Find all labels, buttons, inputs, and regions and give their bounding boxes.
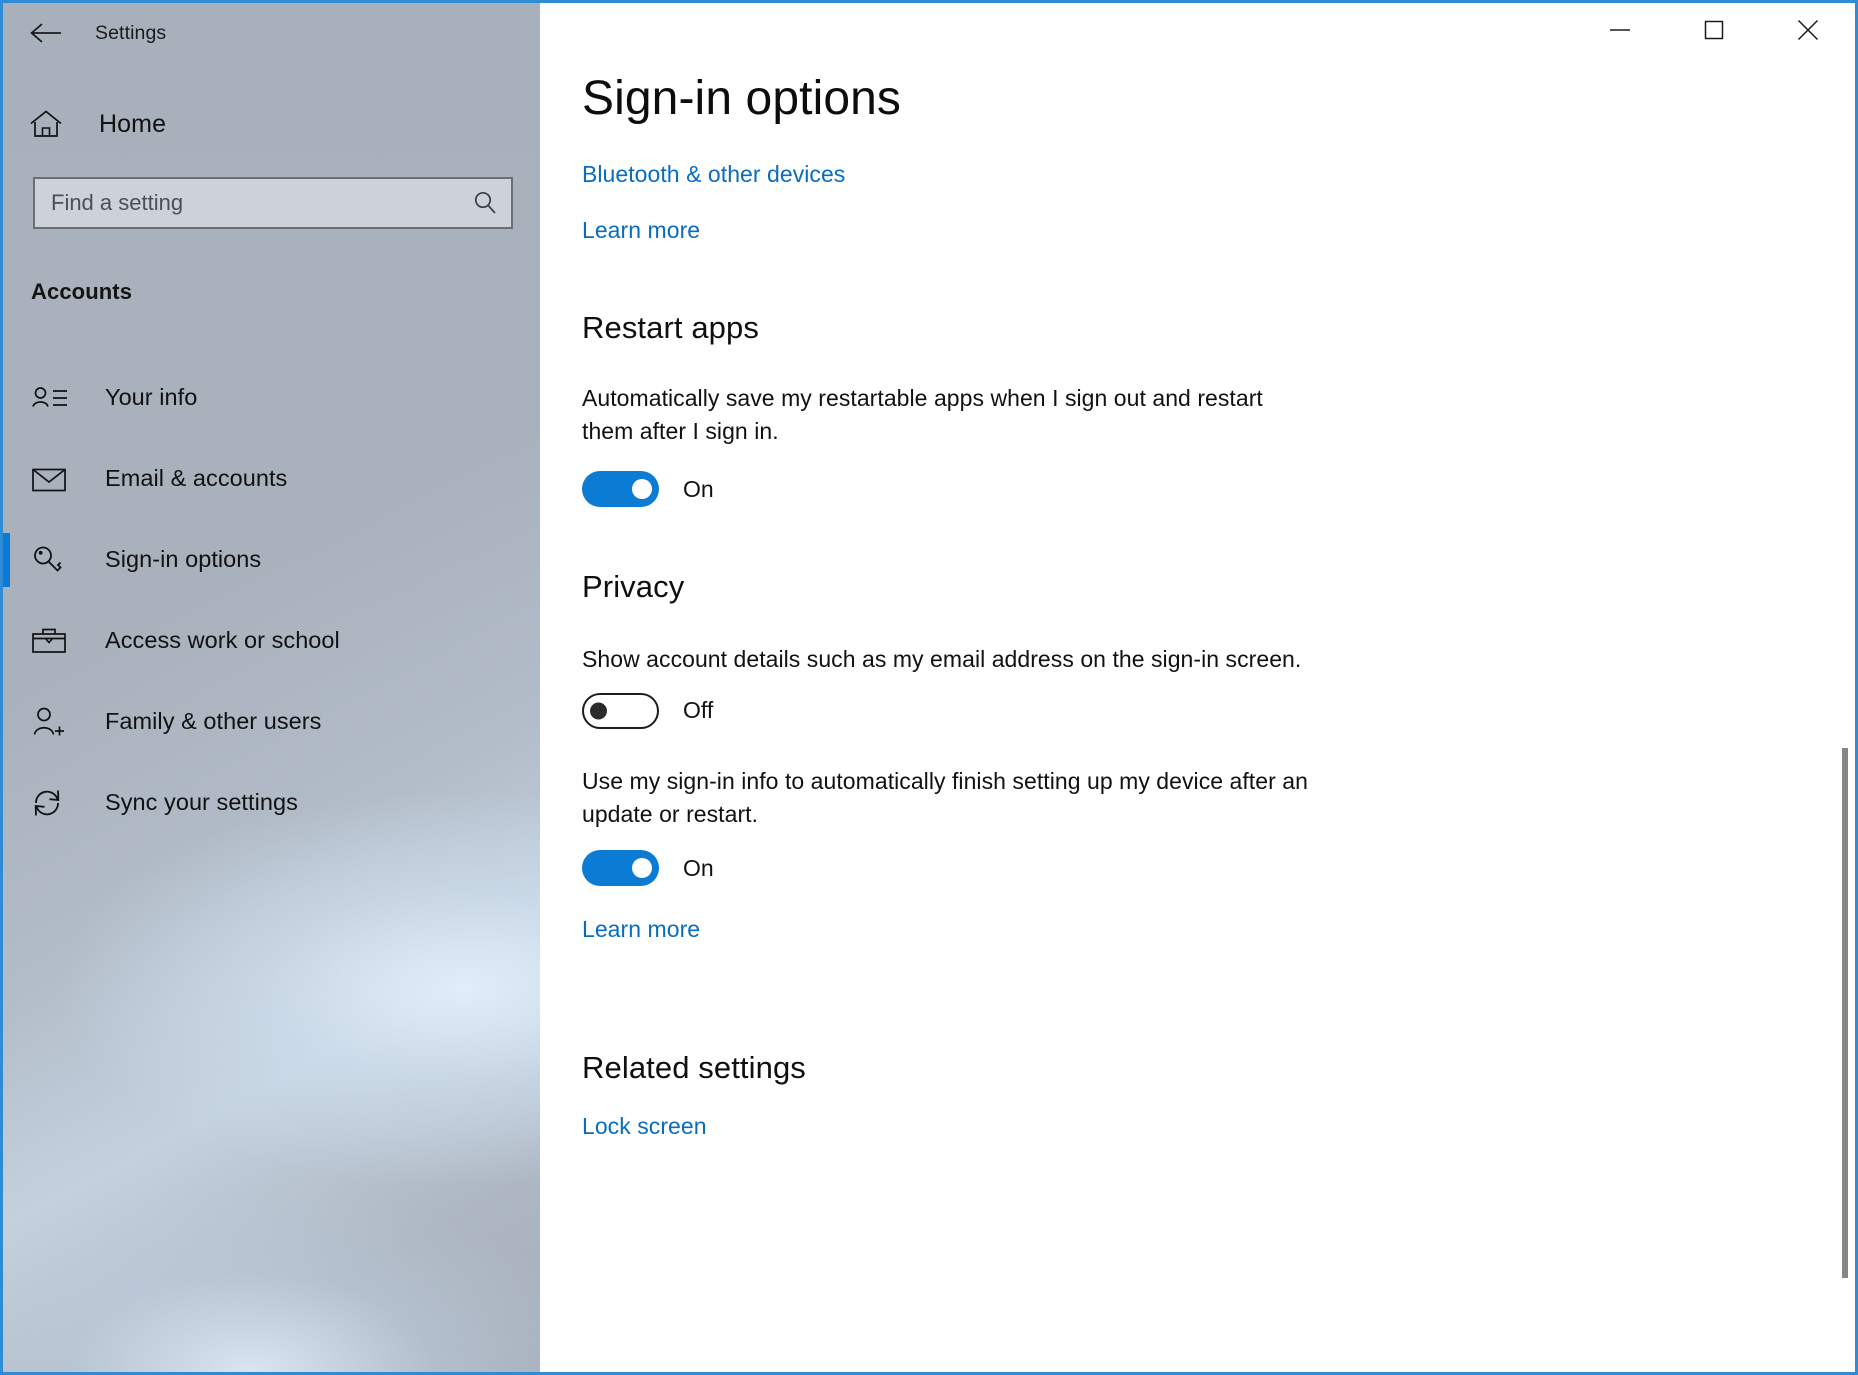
sidebar-item-label: Family & other users [105, 708, 321, 735]
section-restart-apps: Restart apps Automatically save my resta… [582, 310, 1855, 507]
restart-apps-toggle[interactable] [582, 471, 659, 507]
content-area: Sign-in options Bluetooth & other device… [540, 3, 1855, 1372]
sidebar-item-label: Email & accounts [105, 465, 287, 492]
link-bluetooth-other-devices[interactable]: Bluetooth & other devices [582, 161, 1855, 188]
scrollbar-thumb[interactable] [1842, 748, 1848, 1278]
sidebar-item-label: Access work or school [105, 627, 340, 654]
back-arrow-icon [29, 21, 63, 45]
settings-window: Settings Home [0, 0, 1858, 1375]
privacy-setting-2-description: Use my sign-in info to automatically fin… [582, 765, 1327, 830]
section-heading-privacy: Privacy [582, 569, 1855, 605]
section-related-settings: Related settings Lock screen [582, 1050, 1855, 1140]
privacy-setting-1-description: Show account details such as my email ad… [582, 643, 1482, 676]
restart-apps-toggle-row: On [582, 471, 1855, 507]
sidebar-item-family-other-users[interactable]: Family & other users [3, 681, 540, 762]
settings-content: Sign-in options Bluetooth & other device… [540, 3, 1855, 1372]
section-heading-related-settings: Related settings [582, 1050, 1855, 1086]
sidebar-item-access-work-school[interactable]: Access work or school [3, 600, 540, 681]
sync-icon [31, 787, 77, 819]
use-sign-in-info-toggle[interactable] [582, 850, 659, 886]
use-sign-in-info-toggle-label: On [683, 855, 714, 882]
restart-apps-toggle-label: On [683, 476, 714, 503]
page-title: Sign-in options [582, 75, 1855, 123]
envelope-icon [31, 465, 77, 493]
search-input[interactable] [35, 189, 459, 217]
sidebar-item-home[interactable]: Home [3, 97, 540, 151]
sidebar-titlebar: Settings [3, 3, 540, 63]
briefcase-icon [31, 626, 77, 656]
sidebar-nav-list: Your info Email & accounts [3, 357, 540, 843]
home-icon [29, 109, 69, 139]
privacy-setting-2-toggle-row: On [582, 850, 1855, 886]
show-account-details-toggle-label: Off [683, 697, 713, 724]
home-label: Home [99, 110, 166, 139]
search-box[interactable] [33, 177, 513, 229]
scrollbar[interactable] [1839, 3, 1851, 1372]
sidebar-item-sync-your-settings[interactable]: Sync your settings [3, 762, 540, 843]
back-button[interactable] [15, 4, 77, 62]
key-icon [31, 545, 77, 575]
app-title: Settings [95, 22, 166, 45]
section-privacy: Privacy Show account details such as my … [582, 569, 1855, 943]
top-links: Bluetooth & other devices Learn more [582, 161, 1855, 244]
sidebar-item-label: Your info [105, 384, 197, 411]
sidebar-item-email-accounts[interactable]: Email & accounts [3, 438, 540, 519]
toggle-knob [632, 479, 652, 499]
search-icon[interactable] [459, 190, 511, 216]
sidebar: Settings Home [3, 3, 540, 1372]
sidebar-item-label: Sync your settings [105, 789, 298, 816]
contact-card-icon [31, 384, 77, 412]
section-heading-restart-apps: Restart apps [582, 310, 1855, 346]
restart-apps-description: Automatically save my restartable apps w… [582, 382, 1312, 447]
link-learn-more-privacy[interactable]: Learn more [582, 916, 700, 943]
sidebar-group-header: Accounts [31, 279, 540, 305]
sidebar-item-label: Sign-in options [105, 546, 261, 573]
link-learn-more-top[interactable]: Learn more [582, 217, 1855, 244]
sidebar-item-sign-in-options[interactable]: Sign-in options [3, 519, 540, 600]
privacy-setting-1-toggle-row: Off [582, 693, 1855, 729]
show-account-details-toggle[interactable] [582, 693, 659, 729]
toggle-knob [632, 858, 652, 878]
link-lock-screen[interactable]: Lock screen [582, 1113, 707, 1140]
sidebar-item-your-info[interactable]: Your info [3, 357, 540, 438]
toggle-knob [590, 702, 607, 719]
person-add-icon [31, 706, 77, 738]
